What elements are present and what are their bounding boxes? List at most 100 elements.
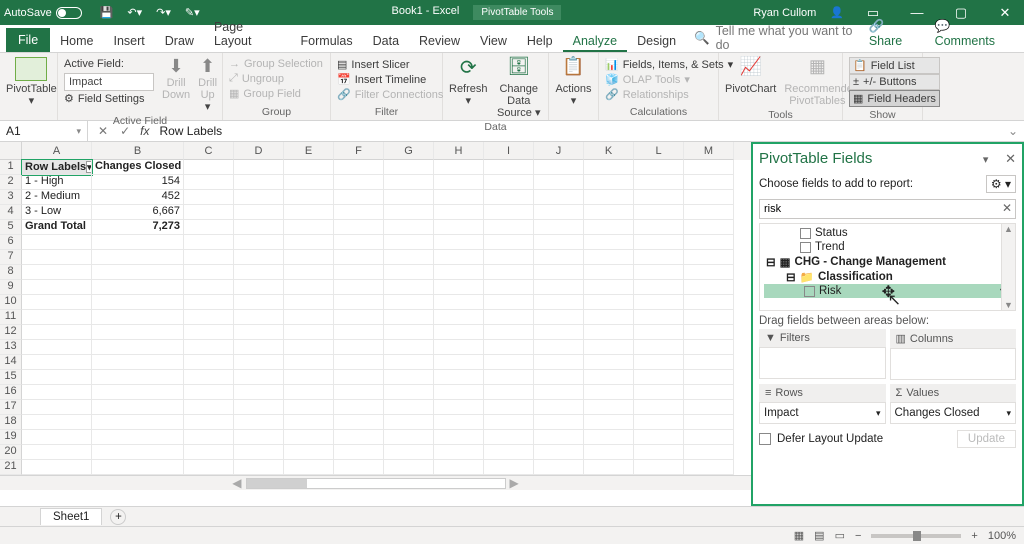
cell-C8[interactable] (184, 265, 234, 280)
cell-M5[interactable] (684, 220, 734, 235)
cell-G9[interactable] (384, 280, 434, 295)
row-header-18[interactable]: 18 (0, 415, 22, 430)
cell-K21[interactable] (584, 460, 634, 475)
cell-J13[interactable] (534, 340, 584, 355)
field-list-toggle[interactable]: 📋Field List (849, 57, 940, 74)
cell-C17[interactable] (184, 400, 234, 415)
rows-drop-area[interactable]: Impact▾ (759, 402, 886, 424)
cell-K10[interactable] (584, 295, 634, 310)
user-name[interactable]: Ryan Cullom (753, 7, 816, 19)
row-header-16[interactable]: 16 (0, 385, 22, 400)
checkbox-icon[interactable] (800, 242, 811, 253)
cell-L7[interactable] (634, 250, 684, 265)
cell-F10[interactable] (334, 295, 384, 310)
cell-F14[interactable] (334, 355, 384, 370)
cell-J19[interactable] (534, 430, 584, 445)
cell-I6[interactable] (484, 235, 534, 250)
cell-A7[interactable] (22, 250, 92, 265)
cell-H3[interactable] (434, 190, 484, 205)
cell-F21[interactable] (334, 460, 384, 475)
cell-F7[interactable] (334, 250, 384, 265)
share-button[interactable]: 🔗 Share (861, 15, 927, 52)
cell-K5[interactable] (584, 220, 634, 235)
cell-E14[interactable] (284, 355, 334, 370)
fields-scrollbar[interactable]: ▲▼ (1001, 224, 1015, 310)
cell-C20[interactable] (184, 445, 234, 460)
cell-B14[interactable] (92, 355, 184, 370)
cell-M12[interactable] (684, 325, 734, 340)
row-header-10[interactable]: 10 (0, 295, 22, 310)
collapse-icon[interactable]: ⊟ (766, 255, 776, 269)
cell-H18[interactable] (434, 415, 484, 430)
cell-C10[interactable] (184, 295, 234, 310)
cell-F4[interactable] (334, 205, 384, 220)
cell-I2[interactable] (484, 175, 534, 190)
fields-items-sets-button[interactable]: 📊Fields, Items, & Sets ▾ (605, 57, 733, 72)
tab-data[interactable]: Data (363, 29, 409, 52)
cell-M19[interactable] (684, 430, 734, 445)
cell-J2[interactable] (534, 175, 584, 190)
relationships-button[interactable]: 🔗Relationships (605, 87, 733, 102)
cell-M17[interactable] (684, 400, 734, 415)
cell-G1[interactable] (384, 160, 434, 175)
cell-C1[interactable] (184, 160, 234, 175)
column-header-F[interactable]: F (334, 142, 384, 160)
cell-J7[interactable] (534, 250, 584, 265)
actions-button[interactable]: 📋Actions ▾ (555, 57, 592, 107)
active-field-value[interactable]: Impact (64, 73, 154, 91)
save-icon[interactable]: 💾 (100, 6, 114, 19)
column-header-J[interactable]: J (534, 142, 584, 160)
cell-G11[interactable] (384, 310, 434, 325)
cell-L14[interactable] (634, 355, 684, 370)
cell-J5[interactable] (534, 220, 584, 235)
cell-K11[interactable] (584, 310, 634, 325)
undo-icon[interactable]: ↶▾ (127, 6, 142, 19)
tab-formulas[interactable]: Formulas (291, 29, 363, 52)
cell-G21[interactable] (384, 460, 434, 475)
drill-down-button[interactable]: ⬇Drill Down (162, 57, 190, 101)
cell-D5[interactable] (234, 220, 284, 235)
row-header-11[interactable]: 11 (0, 310, 22, 325)
cell-J18[interactable] (534, 415, 584, 430)
cell-L19[interactable] (634, 430, 684, 445)
horizontal-scrollbar[interactable]: ◀ ▶ (0, 475, 751, 490)
cell-B2[interactable]: 154 (92, 175, 184, 190)
cell-C2[interactable] (184, 175, 234, 190)
sheet-tab-sheet1[interactable]: Sheet1 (40, 508, 102, 525)
row-header-8[interactable]: 8 (0, 265, 22, 280)
cell-H9[interactable] (434, 280, 484, 295)
cell-C15[interactable] (184, 370, 234, 385)
cell-M18[interactable] (684, 415, 734, 430)
cell-F6[interactable] (334, 235, 384, 250)
column-header-G[interactable]: G (384, 142, 434, 160)
cell-J10[interactable] (534, 295, 584, 310)
cell-J9[interactable] (534, 280, 584, 295)
cell-F2[interactable] (334, 175, 384, 190)
column-header-L[interactable]: L (634, 142, 684, 160)
zoom-in-button[interactable]: + (971, 530, 977, 542)
cell-E16[interactable] (284, 385, 334, 400)
cell-C13[interactable] (184, 340, 234, 355)
cell-M9[interactable] (684, 280, 734, 295)
cell-M15[interactable] (684, 370, 734, 385)
cell-C4[interactable] (184, 205, 234, 220)
cell-I8[interactable] (484, 265, 534, 280)
row-header-6[interactable]: 6 (0, 235, 22, 250)
fields-list[interactable]: Status Trend ⊟▦CHG - Change Management ⊟… (759, 223, 1016, 311)
row-header-13[interactable]: 13 (0, 340, 22, 355)
zoom-level[interactable]: 100% (988, 530, 1016, 542)
formula-expand-icon[interactable]: ⌄ (1002, 124, 1024, 138)
cell-E10[interactable] (284, 295, 334, 310)
cell-G19[interactable] (384, 430, 434, 445)
pivottable-button[interactable]: PivotTable ▾ (6, 57, 57, 107)
cell-G15[interactable] (384, 370, 434, 385)
cell-C12[interactable] (184, 325, 234, 340)
field-trend[interactable]: Trend (760, 240, 1015, 254)
cell-L15[interactable] (634, 370, 684, 385)
update-button[interactable]: Update (957, 430, 1016, 448)
cell-M4[interactable] (684, 205, 734, 220)
cell-E1[interactable] (284, 160, 334, 175)
cell-H2[interactable] (434, 175, 484, 190)
cell-M6[interactable] (684, 235, 734, 250)
cell-I12[interactable] (484, 325, 534, 340)
